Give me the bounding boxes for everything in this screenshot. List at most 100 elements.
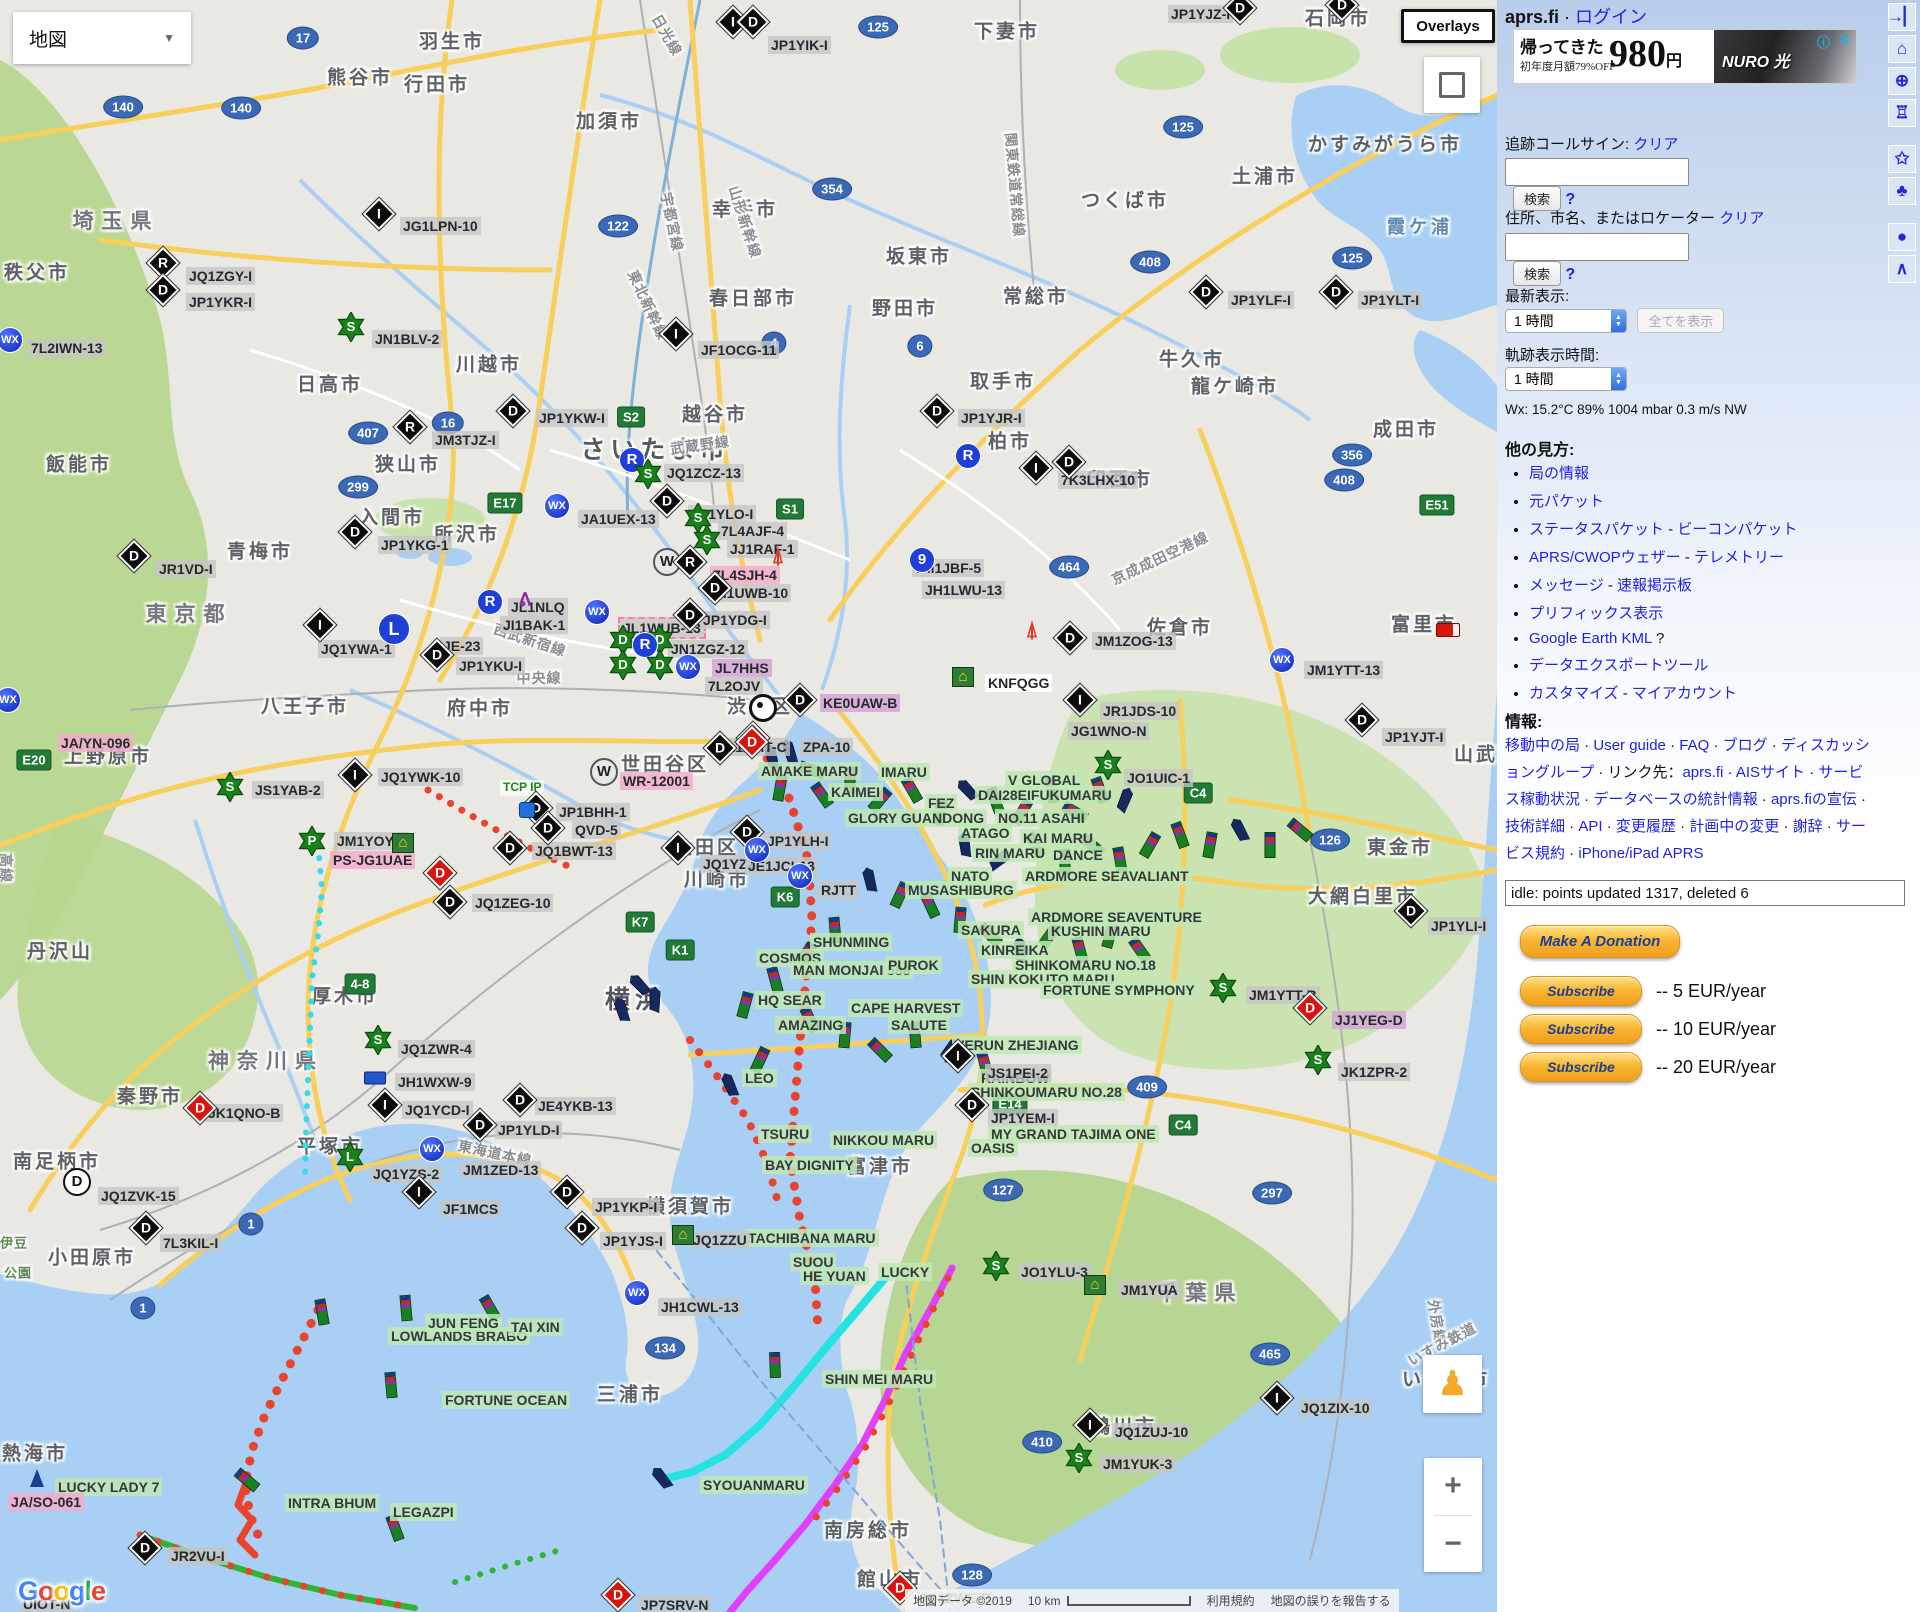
zoom-out-button[interactable]: − [1424,1516,1482,1573]
black-diamond-marker[interactable]: D [571,1217,594,1240]
black-diamond-marker[interactable]: D [1400,900,1423,923]
station-label[interactable]: JP1BHH-1 [556,803,630,821]
black-diamond-marker[interactable]: D [1059,627,1082,650]
tree-icon[interactable]: ♣ [1888,177,1916,205]
station-label[interactable]: LEGAZPI [390,1503,457,1521]
house-icon[interactable]: ⌂ [672,1225,694,1245]
green-star-marker[interactable]: S [363,1025,393,1055]
station-label[interactable]: TSURU [758,1125,812,1143]
station-label[interactable]: JA/SO-061 [8,1493,84,1511]
runner-icon[interactable]: ᕕ [519,590,531,611]
station-label[interactable]: JS1PEI-2 [985,1064,1051,1082]
station-label[interactable]: JL7HHS [712,659,772,677]
ship-marker[interactable] [650,987,661,1013]
station-label[interactable]: JO1UIC-1 [1124,769,1193,787]
station-label[interactable]: LEO [742,1069,777,1087]
station-label[interactable]: ARDMORE SEAVALIANT [1022,867,1192,885]
station-label[interactable]: JQ1ZVK-15 [98,1187,179,1205]
black-diamond-marker[interactable]: D [742,11,765,34]
station-label[interactable]: JQ1ZZU [690,1231,750,1249]
station-label[interactable]: QVD-5 [572,821,621,839]
sidebar-link[interactable]: Google Earth KML [1529,630,1652,647]
station-label[interactable]: JM1YUK-3 [1100,1455,1175,1473]
station-label[interactable]: SHINKOUMARU NO.28 [968,1083,1125,1101]
black-diamond-marker[interactable]: D [469,1114,492,1137]
sidebar-link[interactable]: aprs.fiの宣伝 [1771,791,1857,808]
track-callsign-input[interactable] [1505,158,1689,186]
sidebar-link[interactable]: プリフィックス表示 [1529,605,1663,622]
station-label[interactable]: JE4YKB-13 [535,1097,616,1115]
blue-circle-marker[interactable]: R [477,589,503,615]
overlays-button[interactable]: Overlays [1401,9,1495,43]
red-diamond-marker[interactable]: D [189,1097,212,1120]
station-label[interactable]: JQ1ZWR-4 [398,1040,475,1058]
blue-circle-marker[interactable]: L [378,613,410,645]
black-diamond-marker[interactable]: I [374,1094,397,1117]
station-label[interactable]: JO1YLU-3 [1018,1263,1091,1281]
white-circle-marker[interactable]: D [63,1168,91,1196]
station-label[interactable]: JQ1YZS-2 [370,1165,442,1183]
sidebar-link[interactable]: AISサイト [1736,764,1805,781]
station-label[interactable]: JK1QNO-B [205,1104,283,1122]
station-label[interactable]: JK1ZPR-2 [1338,1063,1410,1081]
green-star-marker[interactable]: S [1093,750,1123,780]
station-label[interactable]: NIKKOU MARU [830,1131,937,1149]
station-label[interactable]: DAI28EIFUKUMARU [975,786,1115,804]
black-diamond-marker[interactable]: D [926,400,949,423]
sidebar-link[interactable]: テレメトリー [1694,549,1784,566]
red-diamond-marker[interactable]: D [607,1584,630,1607]
ship-marker[interactable] [384,1372,397,1399]
green-star-marker[interactable]: S [1208,973,1238,1003]
station-label[interactable]: JP1YJR-I [958,409,1025,427]
sidebar-link[interactable]: User guide [1593,737,1666,754]
sidebar-link[interactable]: 移動中の局 [1505,737,1580,754]
sidebar-link[interactable]: 計画中の変更 [1689,818,1779,835]
station-label[interactable]: JQ1ZGY-I [186,267,255,285]
station-label[interactable]: JR1VD-I [156,560,216,578]
subscribe-button[interactable]: Subscribe [1520,1014,1642,1044]
station-label[interactable]: BAY DIGNITY [762,1156,857,1174]
station-label[interactable]: JP7SRV-N [638,1596,711,1612]
station-label[interactable]: JL1NLQ [508,598,568,616]
station-label[interactable]: RIN MARU [972,844,1048,862]
sidebar-link[interactable]: ビーコンパケット [1677,521,1797,538]
black-diamond-marker[interactable]: D [1351,709,1374,732]
weather-station-marker[interactable]: WX [544,493,570,519]
black-diamond-marker[interactable]: I [1025,457,1048,480]
station-label[interactable]: 7L2OJV [705,677,763,695]
station-label[interactable]: WR-12001 [620,772,693,790]
station-label[interactable]: SALUTE [888,1016,950,1034]
station-label[interactable]: JM1YUA [1118,1281,1181,1299]
blue-circle-marker[interactable]: R [955,443,981,469]
black-diamond-marker[interactable]: I [408,1181,431,1204]
sidebar-link[interactable]: APRS/CWOPウェザー [1529,549,1681,566]
station-label[interactable]: PUROK [885,956,942,974]
black-diamond-marker[interactable]: D [704,577,727,600]
house-icon[interactable]: ⌂ [1084,1275,1106,1295]
weather-station-marker[interactable]: WX [0,327,23,353]
station-label[interactable]: JP1YJS-I [600,1232,666,1250]
black-diamond-marker[interactable]: I [1266,1387,1289,1410]
target-position-icon[interactable] [749,694,777,722]
radio-tower-icon[interactable]: ⍋ [1025,620,1038,640]
station-label[interactable]: HQ SEAR [755,991,825,1009]
sidebar-link[interactable]: マイアカウント [1632,685,1737,702]
make-donation-button[interactable]: Make A Donation [1520,925,1680,958]
station-label[interactable]: JH1LWU-13 [922,581,1005,599]
weather-station-marker[interactable]: WX [419,1136,445,1162]
station-label[interactable]: JF1MCS [440,1200,501,1218]
black-diamond-marker[interactable]: D [426,644,449,667]
station-label[interactable]: RJTT [818,881,859,899]
black-diamond-marker[interactable]: D [502,400,525,423]
sidebar-link[interactable]: ステータスパケット [1529,521,1664,538]
station-label[interactable]: SHIN MEI MARU [822,1370,936,1388]
ad-close-icon[interactable]: ✕ [1839,32,1850,48]
ship-marker[interactable] [1265,832,1276,858]
red-diamond-marker[interactable]: D [429,862,452,885]
sidebar-link[interactable]: データエクスポートツール [1529,657,1709,674]
weather-station-marker[interactable]: WX [0,687,21,713]
station-label[interactable]: JS1YAB-2 [252,781,324,799]
weather-station-marker[interactable]: WX [1269,647,1295,673]
zoom-in-button[interactable]: + [1424,1458,1482,1515]
station-label[interactable]: JP1YJT-I [1382,728,1446,746]
